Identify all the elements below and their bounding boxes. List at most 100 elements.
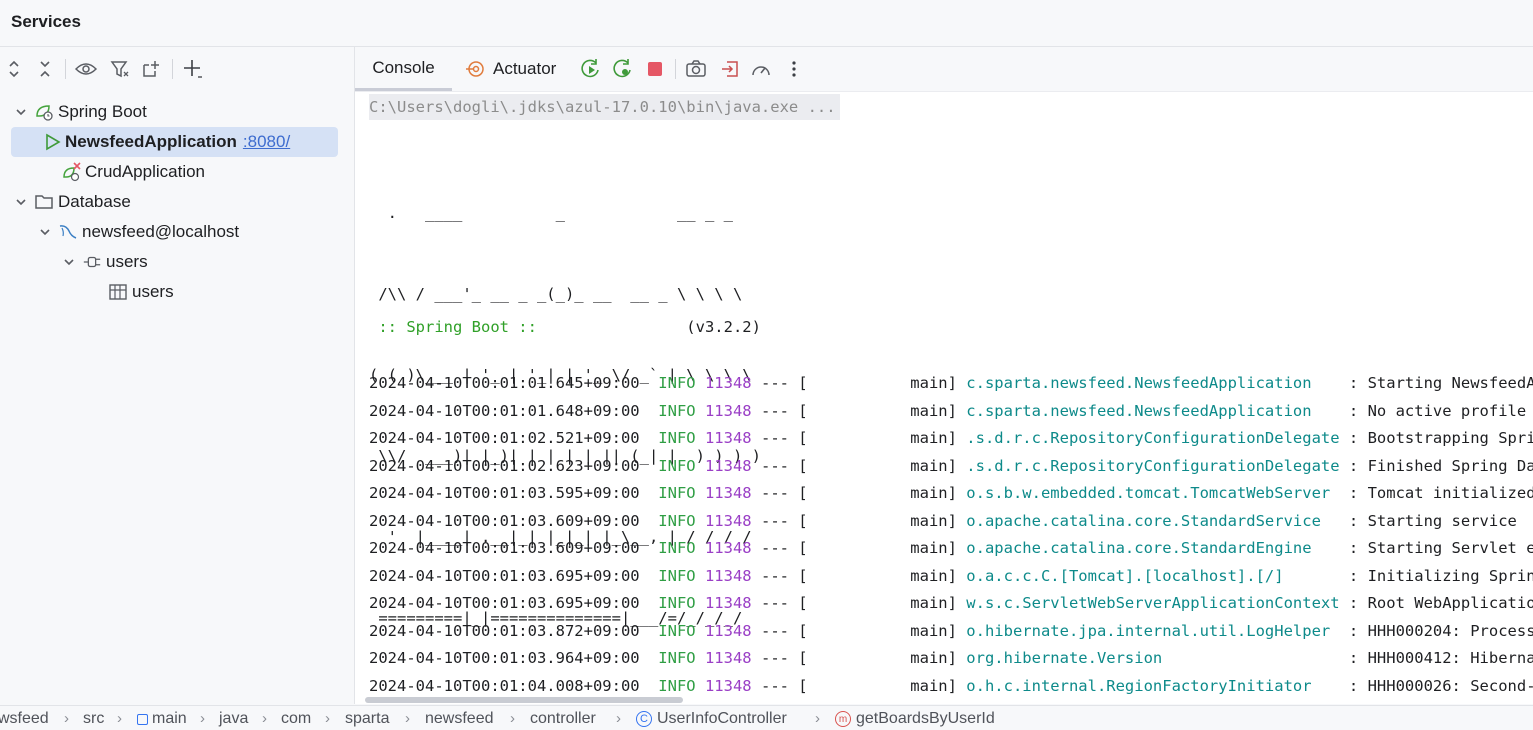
breadcrumb-main[interactable]: main bbox=[137, 710, 187, 728]
chevron-right-icon: › bbox=[325, 710, 330, 727]
breadcrumb-label: java bbox=[219, 710, 249, 727]
breadcrumb-label: sparta bbox=[345, 710, 390, 727]
log-level: INFO bbox=[658, 649, 696, 667]
log-pid: 11348 bbox=[704, 374, 752, 392]
collapse-all-icon[interactable] bbox=[33, 57, 57, 81]
breadcrumb-class[interactable]: C UserInfoController bbox=[636, 710, 787, 728]
log-logger: o.a.c.c.C.[Tomcat].[localhost].[/] bbox=[966, 566, 1340, 585]
log-level: INFO bbox=[658, 676, 696, 695]
log-thread: --- [ main] bbox=[760, 594, 957, 612]
log-pid: 11348 bbox=[704, 456, 752, 475]
class-icon: C bbox=[636, 711, 652, 727]
filter-icon[interactable] bbox=[108, 57, 132, 81]
log-message: : HHH000204: Processing bbox=[1348, 621, 1533, 640]
log-line: 2024-04-10T00:01:03.872+09:00 INFO 11348… bbox=[369, 618, 1533, 645]
log-message: : Initializing Spring bbox=[1339, 566, 1533, 585]
log-timestamp: 2024-04-10T00:01:03.964+09:00 bbox=[369, 649, 640, 667]
eye-icon[interactable] bbox=[74, 57, 98, 81]
breadcrumb-label: src bbox=[83, 710, 105, 727]
log-timestamp: 2024-04-10T00:01:01.645+09:00 bbox=[369, 374, 640, 392]
log-message: : Starting NewsfeedApplication bbox=[1348, 374, 1533, 392]
log-thread: --- [ main] bbox=[760, 456, 957, 475]
port-link[interactable]: :8080/ bbox=[243, 132, 290, 152]
more-options-icon[interactable] bbox=[782, 57, 806, 81]
exit-icon[interactable] bbox=[718, 57, 742, 81]
log-line: 2024-04-10T00:01:02.623+09:00 INFO 11348… bbox=[369, 453, 1533, 480]
log-logger: w.s.c.ServletWebServerApplicationContext bbox=[966, 594, 1340, 612]
run-console-panel: Console Actuator C:\Users\dogli\.jdks\az… bbox=[355, 47, 1533, 704]
chevron-right-icon: › bbox=[405, 710, 410, 727]
java-command-line[interactable]: C:\Users\dogli\.jdks\azul-17.0.10\bin\ja… bbox=[369, 94, 840, 120]
rerun-icon[interactable] bbox=[579, 57, 603, 81]
chevron-down-icon[interactable] bbox=[62, 255, 76, 269]
tree-node-crud-application[interactable]: CrudApplication bbox=[61, 157, 205, 187]
breadcrumb-src[interactable]: src bbox=[83, 710, 104, 728]
log-logger: org.hibernate.Version bbox=[966, 649, 1340, 667]
spring-boot-error-icon bbox=[61, 162, 81, 182]
tree-node-table-users[interactable]: users bbox=[108, 277, 174, 307]
tree-node-database[interactable]: Database bbox=[14, 187, 131, 217]
log-level: INFO bbox=[658, 456, 696, 475]
spring-boot-version-line: :: Spring Boot :: (v3.2.2) bbox=[369, 314, 761, 341]
log-message: : HHH000412: Hibernate ORM bbox=[1348, 649, 1533, 667]
log-level: INFO bbox=[658, 374, 696, 392]
tree-node-spring-boot[interactable]: Spring Boot bbox=[14, 97, 147, 127]
chevron-right-icon: › bbox=[616, 710, 621, 727]
banner-line: . ____ _ __ _ _ bbox=[369, 204, 733, 222]
services-toolbar bbox=[0, 47, 354, 91]
breadcrumb-method[interactable]: m getBoardsByUserId bbox=[835, 710, 995, 728]
stop-icon[interactable] bbox=[643, 57, 667, 81]
add-icon[interactable] bbox=[181, 57, 205, 81]
tab-console[interactable]: Console bbox=[355, 47, 452, 91]
expand-all-icon[interactable] bbox=[2, 57, 26, 81]
tab-actuator[interactable]: Actuator bbox=[465, 47, 556, 91]
breadcrumb-module[interactable]: wsfeed bbox=[0, 710, 49, 728]
new-tab-icon[interactable] bbox=[139, 57, 163, 81]
services-tree-panel: Spring Boot NewsfeedApplication :8080/ C… bbox=[0, 47, 355, 704]
banner-line: /\\ / ___'_ __ _ _(_)_ __ __ _ \ \ \ \ bbox=[369, 285, 743, 303]
breadcrumb-com[interactable]: com bbox=[281, 710, 311, 728]
log-level: INFO bbox=[658, 401, 696, 420]
breadcrumb-java[interactable]: java bbox=[219, 710, 248, 728]
tab-console-label: Console bbox=[372, 57, 435, 77]
scrollbar-thumb[interactable] bbox=[365, 697, 683, 703]
chevron-down-icon[interactable] bbox=[14, 195, 28, 209]
log-message: : Finished Spring Data bbox=[1339, 456, 1533, 475]
log-line: 2024-04-10T00:01:03.609+09:00 INFO 11348… bbox=[369, 535, 1533, 562]
log-pid: 11348 bbox=[704, 539, 752, 557]
log-timestamp: 2024-04-10T00:01:02.623+09:00 bbox=[369, 456, 640, 475]
dashboard-icon[interactable] bbox=[749, 57, 773, 81]
panel-title: Services bbox=[11, 12, 81, 31]
log-pid: 11348 bbox=[704, 649, 752, 667]
log-pid: 11348 bbox=[704, 621, 752, 640]
debug-rerun-icon[interactable] bbox=[611, 57, 635, 81]
log-thread: --- [ main] bbox=[760, 511, 957, 530]
breadcrumb-newsfeed[interactable]: newsfeed bbox=[425, 710, 494, 728]
log-level: INFO bbox=[658, 594, 696, 612]
console-output[interactable]: C:\Users\dogli\.jdks\azul-17.0.10\bin\ja… bbox=[355, 92, 1533, 704]
chevron-down-icon[interactable] bbox=[38, 225, 52, 239]
chevron-down-icon[interactable] bbox=[14, 105, 28, 119]
log-timestamp: 2024-04-10T00:01:03.695+09:00 bbox=[369, 566, 640, 585]
chevron-right-icon: › bbox=[200, 710, 205, 727]
tree-node-connection[interactable]: newsfeed@localhost bbox=[38, 217, 239, 247]
horizontal-scrollbar[interactable] bbox=[355, 696, 1533, 704]
table-icon bbox=[108, 282, 128, 302]
breadcrumb-sparta[interactable]: sparta bbox=[345, 710, 389, 728]
tree-node-newsfeed-application[interactable]: NewsfeedApplication :8080/ bbox=[11, 127, 338, 157]
log-line: 2024-04-10T00:01:03.695+09:00 INFO 11348… bbox=[369, 590, 1533, 617]
log-line: 2024-04-10T00:01:01.645+09:00 INFO 11348… bbox=[369, 370, 1533, 397]
tree-node-schema-users[interactable]: users bbox=[62, 247, 148, 277]
log-message: : Bootstrapping Spring Data bbox=[1348, 429, 1533, 447]
breadcrumb-controller[interactable]: controller bbox=[530, 710, 596, 728]
log-thread: --- [ main] bbox=[760, 676, 957, 695]
log-thread: --- [ main] bbox=[760, 484, 957, 502]
tab-actuator-label: Actuator bbox=[493, 59, 557, 78]
log-message: : Starting Servlet engine bbox=[1348, 539, 1533, 557]
log-pid: 11348 bbox=[704, 511, 752, 530]
log-pid: 11348 bbox=[704, 594, 752, 612]
camera-icon[interactable] bbox=[684, 57, 708, 81]
mysql-dolphin-icon bbox=[58, 222, 78, 242]
breadcrumb-label: wsfeed bbox=[0, 710, 49, 727]
breadcrumb: wsfeed › src › main › java › com › spart… bbox=[0, 705, 1533, 730]
